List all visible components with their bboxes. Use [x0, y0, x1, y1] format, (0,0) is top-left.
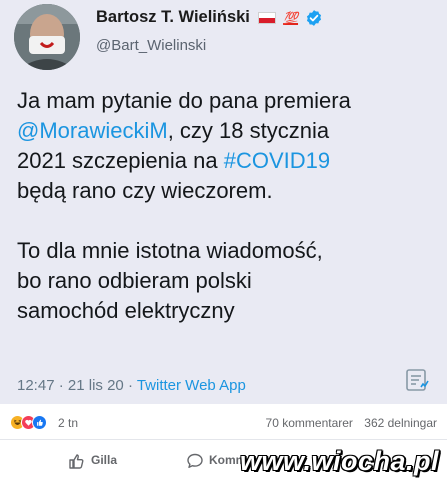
tweet-line: To dla mnie istotna wiadomość,: [17, 238, 323, 263]
like-button[interactable]: Gilla: [68, 452, 117, 470]
shares-count[interactable]: 362 delningar: [364, 416, 437, 430]
hashtag-link[interactable]: #COVID19: [224, 148, 330, 173]
mention-link[interactable]: @MorawieckiM: [17, 118, 168, 143]
tweet-line: będą rano czy wieczorem.: [17, 178, 273, 203]
verified-badge-icon: [306, 9, 321, 26]
poland-flag-icon: [258, 11, 277, 24]
tweet-meta: 12:47 · 21 lis 20 · Twitter Web App: [17, 377, 246, 394]
reaction-icons[interactable]: [10, 415, 58, 431]
reaction-count[interactable]: 2 tn: [58, 416, 78, 430]
author-name[interactable]: Bartosz T. Wieliński: [96, 8, 250, 26]
meta-separator: ·: [58, 377, 64, 394]
hundred-points-icon: 💯: [283, 10, 299, 25]
avatar[interactable]: [14, 4, 80, 70]
reactions-bar: 2 tn 70 kommentarer 362 delningar: [0, 404, 447, 440]
analytics-icon[interactable]: [404, 367, 430, 393]
like-icon: [32, 415, 47, 430]
comments-count[interactable]: 70 kommentarer: [266, 416, 353, 430]
tweet-line-text: 2021 szczepienia na: [17, 148, 224, 173]
meta-separator: ·: [127, 377, 133, 394]
tweet-line: 2021 szczepienia na #COVID19: [17, 146, 437, 176]
engagement-counts: 70 kommentarer 362 delningar: [266, 416, 437, 430]
embedded-tweet: Bartosz T. Wieliński 💯 @Bart_Wielinski J…: [0, 0, 447, 404]
like-label: Gilla: [91, 453, 118, 468]
tweet-line: bo rano odbieram polski: [17, 268, 252, 293]
tweet-line: Ja mam pytanie do pana premiera: [17, 88, 351, 113]
tweet-date[interactable]: 21 lis 20: [68, 377, 124, 394]
tweet-line: samochód elektryczny: [17, 298, 235, 323]
author-handle[interactable]: @Bart_Wielinski: [96, 37, 206, 54]
site-watermark: www.wiocha.pl: [239, 446, 439, 476]
tweet-source-app[interactable]: Twitter Web App: [137, 377, 246, 394]
tweet-line-text: , czy 18 stycznia: [167, 118, 330, 143]
thumbs-up-icon: [69, 454, 84, 469]
comment-icon: [187, 453, 203, 468]
tweet-time[interactable]: 12:47: [17, 377, 55, 394]
author-name-row[interactable]: Bartosz T. Wieliński 💯: [96, 8, 323, 27]
tweet-text: Ja mam pytanie do pana premiera @Morawie…: [17, 86, 437, 326]
tweet-line: @MorawieckiM, czy 18 stycznia: [17, 116, 437, 146]
